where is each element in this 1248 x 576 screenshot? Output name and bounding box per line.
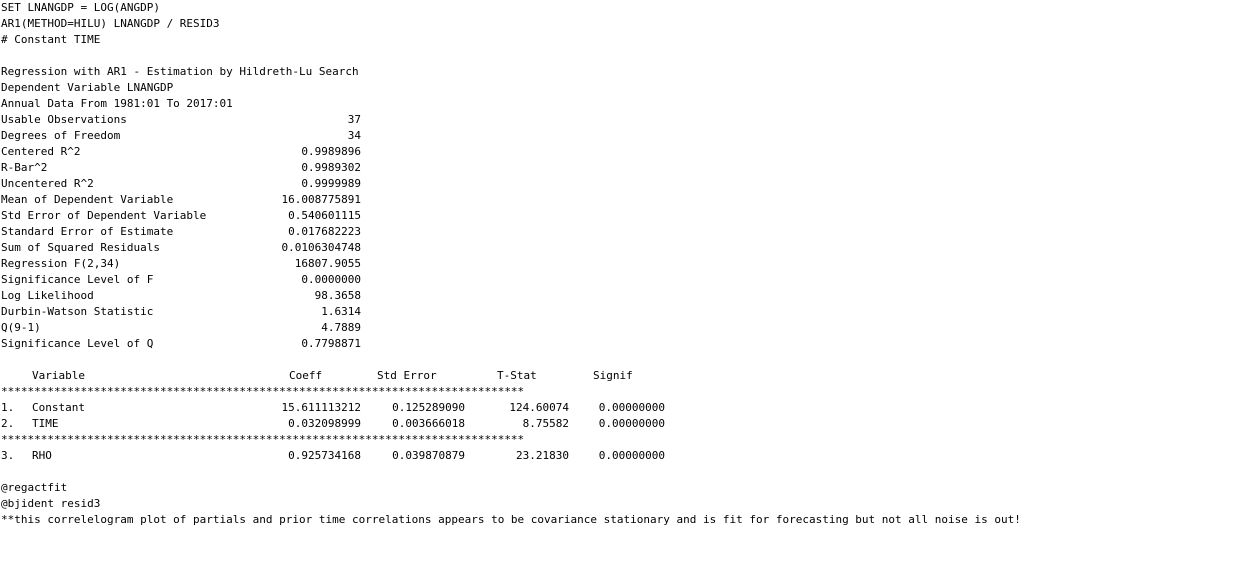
- stat-label: Standard Error of Estimate: [1, 225, 174, 238]
- stderr-cell: 0.125289090: [392, 401, 465, 414]
- stat-row: Significance Level of F 0.0000000: [1, 272, 361, 288]
- command-line: AR1(METHOD=HILU) LNANGDP / RESID3: [1, 17, 220, 30]
- row-number: 1.: [1, 401, 15, 414]
- stat-label: Uncentered R^2: [1, 177, 94, 190]
- column-header: Variable: [32, 369, 85, 382]
- separator-line: ****************************************…: [1, 385, 525, 398]
- variable-name: TIME: [32, 417, 59, 430]
- tstat-cell: 8.75582: [522, 417, 569, 430]
- column-header: Std Error: [377, 369, 437, 382]
- stat-value: 16807.9055: [294, 257, 361, 270]
- command-line: @regactfit: [1, 481, 68, 494]
- output-console[interactable]: SET LNANGDP = LOG(ANGDP) AR1(METHOD=HILU…: [0, 0, 1248, 535]
- command-line: @bjident resid3: [1, 497, 101, 510]
- table-row: 3. RHO 0.925734168 0.039870879 23.21830 …: [1, 448, 681, 464]
- stat-row: Durbin-Watson Statistic 1.6314: [1, 304, 361, 320]
- stat-row: Usable Observations 37: [1, 112, 361, 128]
- stat-label: Sum of Squared Residuals: [1, 241, 160, 254]
- stat-value: 0.9999989: [301, 177, 361, 190]
- stat-row: Log Likelihood 98.3658: [1, 288, 361, 304]
- stat-value: 0.0000000: [301, 273, 361, 286]
- stat-label: Mean of Dependent Variable: [1, 193, 174, 206]
- stat-value: 0.9989302: [301, 161, 361, 174]
- tstat-cell: 124.60074: [509, 401, 569, 414]
- regression-title: Regression with AR1 - Estimation by Hild…: [1, 65, 359, 78]
- stat-label: Degrees of Freedom: [1, 129, 121, 142]
- stat-label: Durbin-Watson Statistic: [1, 305, 154, 318]
- stat-value: 4.7889: [321, 321, 361, 334]
- stat-value: 37: [347, 113, 361, 126]
- stat-row: Significance Level of Q 0.7798871: [1, 336, 361, 352]
- data-range: Annual Data From 1981:01 To 2017:01: [1, 97, 233, 110]
- command-line: # Constant TIME: [1, 33, 101, 46]
- stat-row: Sum of Squared Residuals 0.0106304748: [1, 240, 361, 256]
- tstat-cell: 23.21830: [516, 449, 569, 462]
- stat-label: Q(9-1): [1, 321, 41, 334]
- stat-value: 0.0106304748: [281, 241, 361, 254]
- stat-label: Usable Observations: [1, 113, 127, 126]
- column-header: T-Stat: [497, 369, 537, 382]
- stat-value: 0.9989896: [301, 145, 361, 158]
- variable-name: Constant: [32, 401, 85, 414]
- table-row: 2. TIME 0.032098999 0.003666018 8.75582 …: [1, 416, 681, 432]
- column-header: Signif: [593, 369, 633, 382]
- signif-cell: 0.00000000: [598, 449, 665, 462]
- stat-label: Regression F(2,34): [1, 257, 121, 270]
- stat-row: Centered R^2 0.9989896: [1, 144, 361, 160]
- stat-row: Degrees of Freedom 34: [1, 128, 361, 144]
- signif-cell: 0.00000000: [598, 401, 665, 414]
- stat-row: Uncentered R^2 0.9999989: [1, 176, 361, 192]
- table-header: Variable Coeff Std Error T-Stat Signif: [1, 368, 681, 384]
- coeff-cell: 0.032098999: [288, 417, 361, 430]
- dependent-variable: Dependent Variable LNANGDP: [1, 81, 174, 94]
- stat-value: 98.3658: [314, 289, 361, 302]
- stat-value: 0.7798871: [301, 337, 361, 350]
- command-line: SET LNANGDP = LOG(ANGDP): [1, 1, 160, 14]
- stat-label: Log Likelihood: [1, 289, 94, 302]
- variable-name: RHO: [32, 449, 52, 462]
- coeff-cell: 0.925734168: [288, 449, 361, 462]
- stat-label: Significance Level of F: [1, 273, 154, 286]
- table-row: 1. Constant 15.611113212 0.125289090 124…: [1, 400, 681, 416]
- stat-label: Std Error of Dependent Variable: [1, 209, 207, 222]
- stderr-cell: 0.003666018: [392, 417, 465, 430]
- stat-row: Standard Error of Estimate 0.017682223: [1, 224, 361, 240]
- coeff-cell: 15.611113212: [281, 401, 361, 414]
- separator-line: ****************************************…: [1, 433, 525, 446]
- stat-row: Std Error of Dependent Variable 0.5406011…: [1, 208, 361, 224]
- stat-row: Q(9-1) 4.7889: [1, 320, 361, 336]
- stat-label: Significance Level of Q: [1, 337, 154, 350]
- stat-row: R-Bar^2 0.9989302: [1, 160, 361, 176]
- stat-row: Mean of Dependent Variable 16.008775891: [1, 192, 361, 208]
- stat-row: Regression F(2,34) 16807.9055: [1, 256, 361, 272]
- signif-cell: 0.00000000: [598, 417, 665, 430]
- stat-value: 16.008775891: [281, 193, 361, 206]
- stat-label: Centered R^2: [1, 145, 81, 158]
- column-header: Coeff: [289, 369, 323, 382]
- stat-value: 0.017682223: [288, 225, 361, 238]
- stat-value: 0.540601115: [288, 209, 361, 222]
- row-number: 3.: [1, 449, 15, 462]
- row-number: 2.: [1, 417, 15, 430]
- stat-value: 1.6314: [321, 305, 361, 318]
- stderr-cell: 0.039870879: [392, 449, 465, 462]
- comment-line: **this correlelogram plot of partials an…: [1, 513, 1021, 526]
- stat-value: 34: [347, 129, 361, 142]
- stat-label: R-Bar^2: [1, 161, 48, 174]
